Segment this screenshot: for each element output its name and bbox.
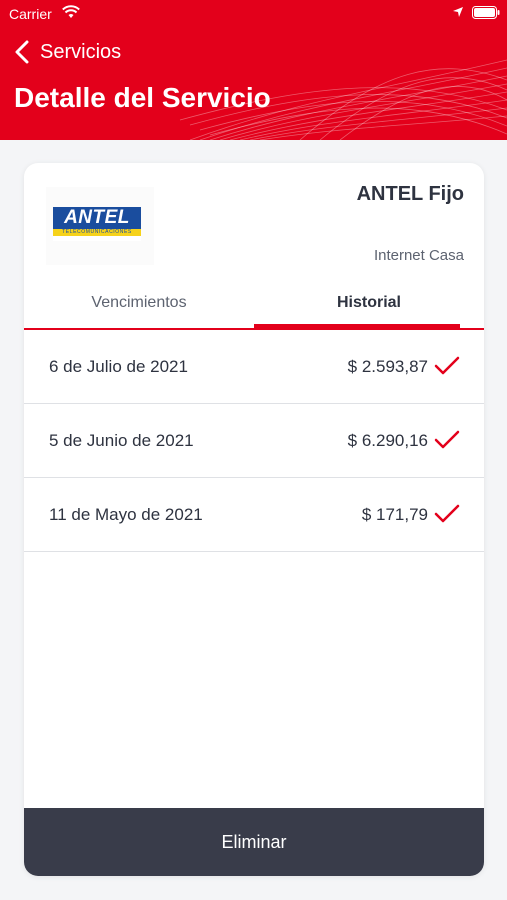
chevron-left-icon (15, 40, 29, 64)
check-icon (434, 356, 460, 375)
back-button[interactable]: Servicios (14, 38, 121, 66)
service-name: ANTEL Fijo (356, 183, 464, 205)
location-icon (453, 7, 463, 17)
check-icon (434, 504, 460, 523)
history-list: 6 de Julio de 2021 $ 2.593,87 5 de Junio… (24, 330, 484, 552)
header: Carrier Servicios Detalle del Servicio (0, 0, 507, 140)
delete-button[interactable]: Eliminar (24, 808, 484, 876)
list-item[interactable]: 11 de Mayo de 2021 $ 171,79 (24, 478, 484, 552)
battery-icon (472, 6, 500, 19)
status-bar: Carrier (0, 0, 507, 26)
wifi-icon (62, 5, 80, 18)
tab-historial[interactable]: Historial (254, 284, 484, 328)
check-icon (434, 430, 460, 449)
active-tab-indicator (254, 324, 460, 328)
service-logo: ANTEL TELECOMUNICACIONES (46, 187, 154, 265)
logo-subtext: TELECOMUNICACIONES (62, 229, 132, 235)
tab-vencimientos[interactable]: Vencimientos (24, 284, 254, 328)
payment-date: 11 de Mayo de 2021 (49, 505, 203, 524)
list-item[interactable]: 5 de Junio de 2021 $ 6.290,16 (24, 404, 484, 478)
payment-amount: $ 171,79 (361, 505, 428, 524)
carrier-label: Carrier (9, 6, 52, 22)
payment-date: 5 de Junio de 2021 (49, 431, 194, 450)
payment-amount: $ 6.290,16 (347, 431, 428, 450)
payment-date: 6 de Julio de 2021 (49, 357, 188, 376)
service-description: Internet Casa (373, 247, 464, 264)
tab-bar: Vencimientos Historial (24, 284, 484, 330)
tab-label: Vencimientos (91, 294, 187, 311)
tab-label: Historial (336, 294, 401, 311)
logo-wordmark: ANTEL (53, 207, 141, 229)
payment-amount: $ 2.593,87 (347, 357, 428, 376)
back-label: Servicios (40, 40, 122, 63)
service-card: ANTEL TELECOMUNICACIONES ANTEL Fijo Inte… (24, 163, 484, 876)
list-item[interactable]: 6 de Julio de 2021 $ 2.593,87 (24, 330, 484, 404)
page-title: Detalle del Servicio (14, 82, 271, 113)
